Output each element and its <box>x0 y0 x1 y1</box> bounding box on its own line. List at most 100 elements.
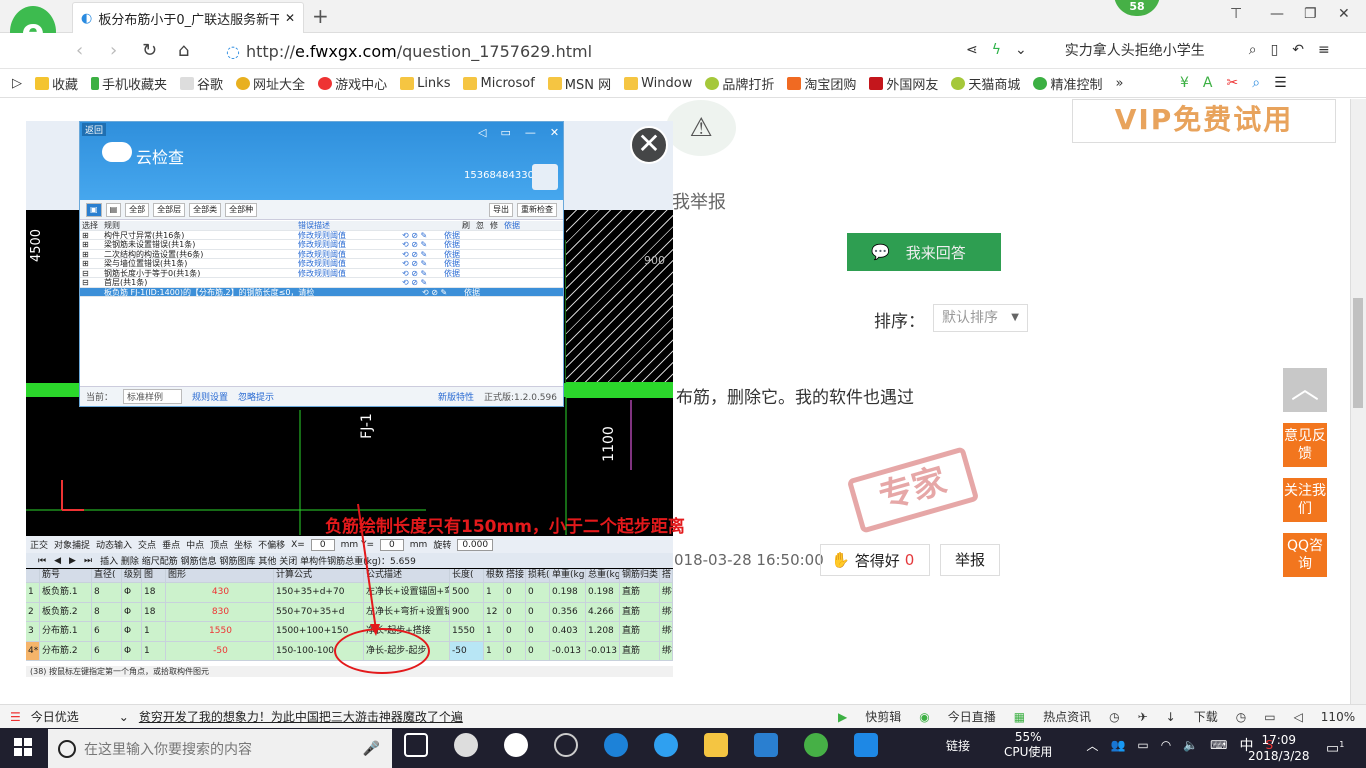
table-row[interactable]: ⊟ 钢筋长度小于等于0(共1条) 修改规则阈值 ⟲ ⊘ ✎ 依据 <box>80 269 563 278</box>
report-label[interactable]: 我举报 <box>672 188 726 214</box>
back-icon[interactable]: ‹ <box>76 40 83 61</box>
follow-button[interactable]: 关注我们 <box>1283 478 1327 522</box>
cross-app-icon[interactable] <box>854 733 878 757</box>
view-tab-icon[interactable]: ▣ <box>86 202 102 217</box>
phone-icon[interactable]: ▯ <box>1271 42 1279 58</box>
restore-icon[interactable]: ◷ <box>1236 710 1246 724</box>
table-row[interactable]: ⊟ 首层(共1条) ⟲ ⊘ ✎ <box>80 278 563 288</box>
next-icon[interactable]: ▶ <box>69 556 76 566</box>
new-tab-button[interactable]: + <box>312 4 329 28</box>
standard-select[interactable]: 标准样例 <box>123 389 183 404</box>
ignore-tips-link[interactable]: 忽略提示 <box>238 390 274 403</box>
g-app-icon[interactable] <box>754 733 778 757</box>
url-field[interactable]: ◌ http://e.fwxgx.com/question_1757629.ht… <box>226 40 592 62</box>
recheck-button[interactable]: 重新检查 <box>517 202 557 217</box>
first-icon[interactable]: ⏮ <box>38 556 46 566</box>
yuan-icon[interactable]: ¥ <box>1180 75 1189 91</box>
table-row[interactable]: ⊞ 构件尺寸异常(共16条) 修改规则阈值 ⟲ ⊘ ✎ 依据 <box>80 231 563 240</box>
extensions-menu-icon[interactable]: ☰ <box>1274 75 1287 91</box>
table-row[interactable]: ⊞ 梁钢筋未设置错误(共1条) 修改规则阈值 ⟲ ⊘ ✎ 依据 <box>80 240 563 250</box>
undo-icon[interactable]: ↶ <box>1292 42 1304 58</box>
home-icon[interactable]: ⌂ <box>178 40 189 61</box>
cpu-usage[interactable]: 55% CPU使用 <box>1004 730 1052 760</box>
prev-icon[interactable]: ◀ <box>54 556 61 566</box>
lightning-icon[interactable]: ϟ <box>992 42 1001 58</box>
microphone-icon[interactable]: 🎤 <box>363 741 380 757</box>
table-row-selected[interactable]: 板负筋 FJ-1(ID:1400)的【分布筋.2】的钢筋长度≤0，请检 ⟲ ⊘ ✎… <box>80 287 563 297</box>
keyboard-icon[interactable]: ⌨ <box>1210 738 1227 752</box>
bookmark-item[interactable]: 品牌打折 <box>705 74 774 93</box>
minimize-icon[interactable]: — <box>1270 6 1284 22</box>
bookmark-item[interactable]: 淘宝团购 <box>787 74 856 93</box>
good-answer-button[interactable]: ✋ 答得好 0 <box>820 544 930 576</box>
forward-icon[interactable]: › <box>110 40 117 61</box>
bookmark-item[interactable]: 天猫商城 <box>951 74 1020 93</box>
browser-active-icon[interactable] <box>804 733 828 757</box>
translate-icon[interactable]: A <box>1203 75 1213 91</box>
battery-icon[interactable]: ▭ <box>1137 738 1148 752</box>
magnifier-icon[interactable]: ⌕ <box>1252 75 1260 91</box>
volume-icon[interactable]: 🔈 <box>1183 738 1198 752</box>
close-icon[interactable]: ✕ <box>630 126 668 164</box>
dialog-back-button[interactable]: 返回 <box>82 123 107 136</box>
window-icon[interactable]: ▭ <box>1264 710 1275 724</box>
bookmark-item[interactable]: 网址大全 <box>236 74 305 93</box>
bookmark-item[interactable]: 谷歌 <box>180 74 223 93</box>
zoom-level[interactable]: 110% <box>1321 710 1355 724</box>
tab-close-icon[interactable]: ✕ <box>285 11 295 25</box>
vip-banner[interactable]: VIP免费试用 <box>1072 99 1336 143</box>
search-icon[interactable]: ⌕ <box>1249 42 1257 58</box>
file-explorer-icon[interactable] <box>704 733 728 757</box>
windows-start-icon[interactable] <box>14 738 32 756</box>
sort-select[interactable]: 默认排序 ▼ <box>933 304 1028 332</box>
rules-setting-link[interactable]: 规则设置 <box>192 390 228 403</box>
table-row[interactable]: ⊞ 二次结构的构造设置(共6条) 修改规则阈值 ⟲ ⊘ ✎ 依据 <box>80 250 563 259</box>
filter-type[interactable]: 全部类 <box>189 202 222 217</box>
bookmark-item[interactable]: Links <box>400 76 450 91</box>
speed-icon[interactable]: ◷ <box>1109 710 1119 724</box>
search-suggest[interactable]: 实力拿人头拒绝小学生 <box>1065 40 1205 60</box>
task-view-icon[interactable] <box>404 733 428 757</box>
chevron-down-icon[interactable]: ⌄ <box>1015 42 1027 58</box>
minimize-icon[interactable]: — <box>525 126 536 139</box>
menu-icon[interactable]: ≡ <box>1318 42 1330 58</box>
answer-button[interactable]: 💬 我来回答 <box>847 233 1001 271</box>
restore-icon[interactable]: ❐ <box>1304 6 1317 22</box>
new-features-link[interactable]: 新版特性 <box>438 390 474 403</box>
close-icon[interactable]: ✕ <box>550 126 559 139</box>
edge-e-icon[interactable] <box>504 733 528 757</box>
bookmark-item[interactable]: 外国网友 <box>869 74 938 93</box>
chat-icon[interactable]: ▭ <box>500 126 510 139</box>
filter-kind[interactable]: 全部种 <box>225 202 258 217</box>
spiral-icon[interactable] <box>554 733 578 757</box>
sound-icon[interactable]: ◁ <box>1294 710 1303 724</box>
notification-center-icon[interactable]: ▭1 <box>1326 740 1344 757</box>
filter-all[interactable]: 全部 <box>125 202 150 217</box>
report-button[interactable]: 举报 <box>940 544 1000 576</box>
table-row[interactable]: ⊞ 梁与墙位置错误(共1条) 修改规则阈值 ⟲ ⊘ ✎ 依据 <box>80 259 563 269</box>
back-to-top-icon[interactable]: ︿ <box>1283 368 1327 412</box>
bookmark-item[interactable]: 手机收藏夹 <box>91 74 167 93</box>
scrollbar-thumb[interactable] <box>1353 298 1363 408</box>
bookmark-item[interactable]: 游戏中心 <box>318 74 387 93</box>
close-window-icon[interactable]: ✕ <box>1338 6 1350 22</box>
taskbar-search[interactable]: 在这里输入你要搜索的内容 🎤 <box>48 729 392 768</box>
chevron-up-icon[interactable]: ︿ <box>1086 737 1098 754</box>
speaker-icon[interactable]: ◁ <box>478 126 486 139</box>
view-tab-icon[interactable]: ▤ <box>105 202 122 217</box>
clock[interactable]: 17:09 2018/3/28 <box>1248 732 1310 764</box>
ie-icon[interactable] <box>654 733 678 757</box>
scissors-icon[interactable]: ✂ <box>1227 75 1239 91</box>
filter-floor[interactable]: 全部层 <box>153 202 186 217</box>
export-button[interactable]: 导出 <box>489 202 513 217</box>
avatar[interactable] <box>532 164 558 190</box>
bookmark-item[interactable]: Microsof <box>463 76 535 91</box>
qq-button[interactable]: QQ咨询 <box>1283 533 1327 577</box>
people-icon[interactable]: 👥 <box>1110 738 1125 752</box>
bookmark-item[interactable]: 精准控制 <box>1033 74 1102 93</box>
share-icon[interactable]: ⋖ <box>966 42 978 58</box>
wifi-icon[interactable]: ◠ <box>1161 738 1171 752</box>
last-icon[interactable]: ⏭ <box>84 556 92 566</box>
sidebar-toggle-icon[interactable]: ▷ <box>12 76 22 91</box>
warning-icon[interactable]: ⚠ <box>666 100 736 156</box>
